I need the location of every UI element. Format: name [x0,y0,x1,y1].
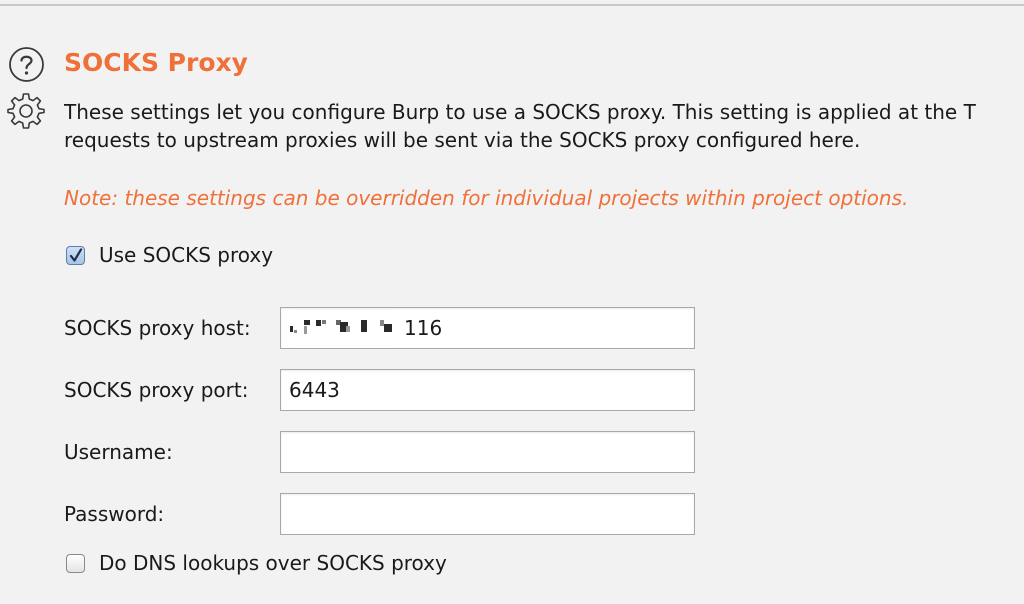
dns-over-socks-label: Do DNS lookups over SOCKS proxy [99,551,447,575]
socks-port-label: SOCKS proxy port: [64,378,249,402]
dns-over-socks-checkbox[interactable] [66,553,85,573]
section-description: These settings let you configure Burp to… [64,98,1024,154]
use-socks-proxy-checkbox[interactable] [66,245,85,265]
socks-port-input[interactable] [280,369,695,411]
gear-icon[interactable] [7,92,45,130]
password-input[interactable] [280,493,695,535]
description-line-1: These settings let you configure Burp to… [64,100,976,124]
password-label: Password: [64,502,165,526]
checkmark-icon [69,247,83,262]
description-line-2: requests to upstream proxies will be sen… [64,128,861,152]
use-socks-proxy-option[interactable]: Use SOCKS proxy [66,243,273,267]
section-title: SOCKS Proxy [64,48,248,77]
username-input[interactable] [280,431,695,473]
dns-over-socks-option[interactable]: Do DNS lookups over SOCKS proxy [66,551,447,575]
override-note: Note: these settings can be overridden f… [64,186,909,210]
username-label: Username: [64,440,173,464]
top-divider [0,4,1024,6]
socks-host-input[interactable] [280,307,695,349]
socks-host-label: SOCKS proxy host: [64,316,251,340]
use-socks-proxy-label: Use SOCKS proxy [99,243,274,267]
help-icon[interactable] [8,46,45,83]
